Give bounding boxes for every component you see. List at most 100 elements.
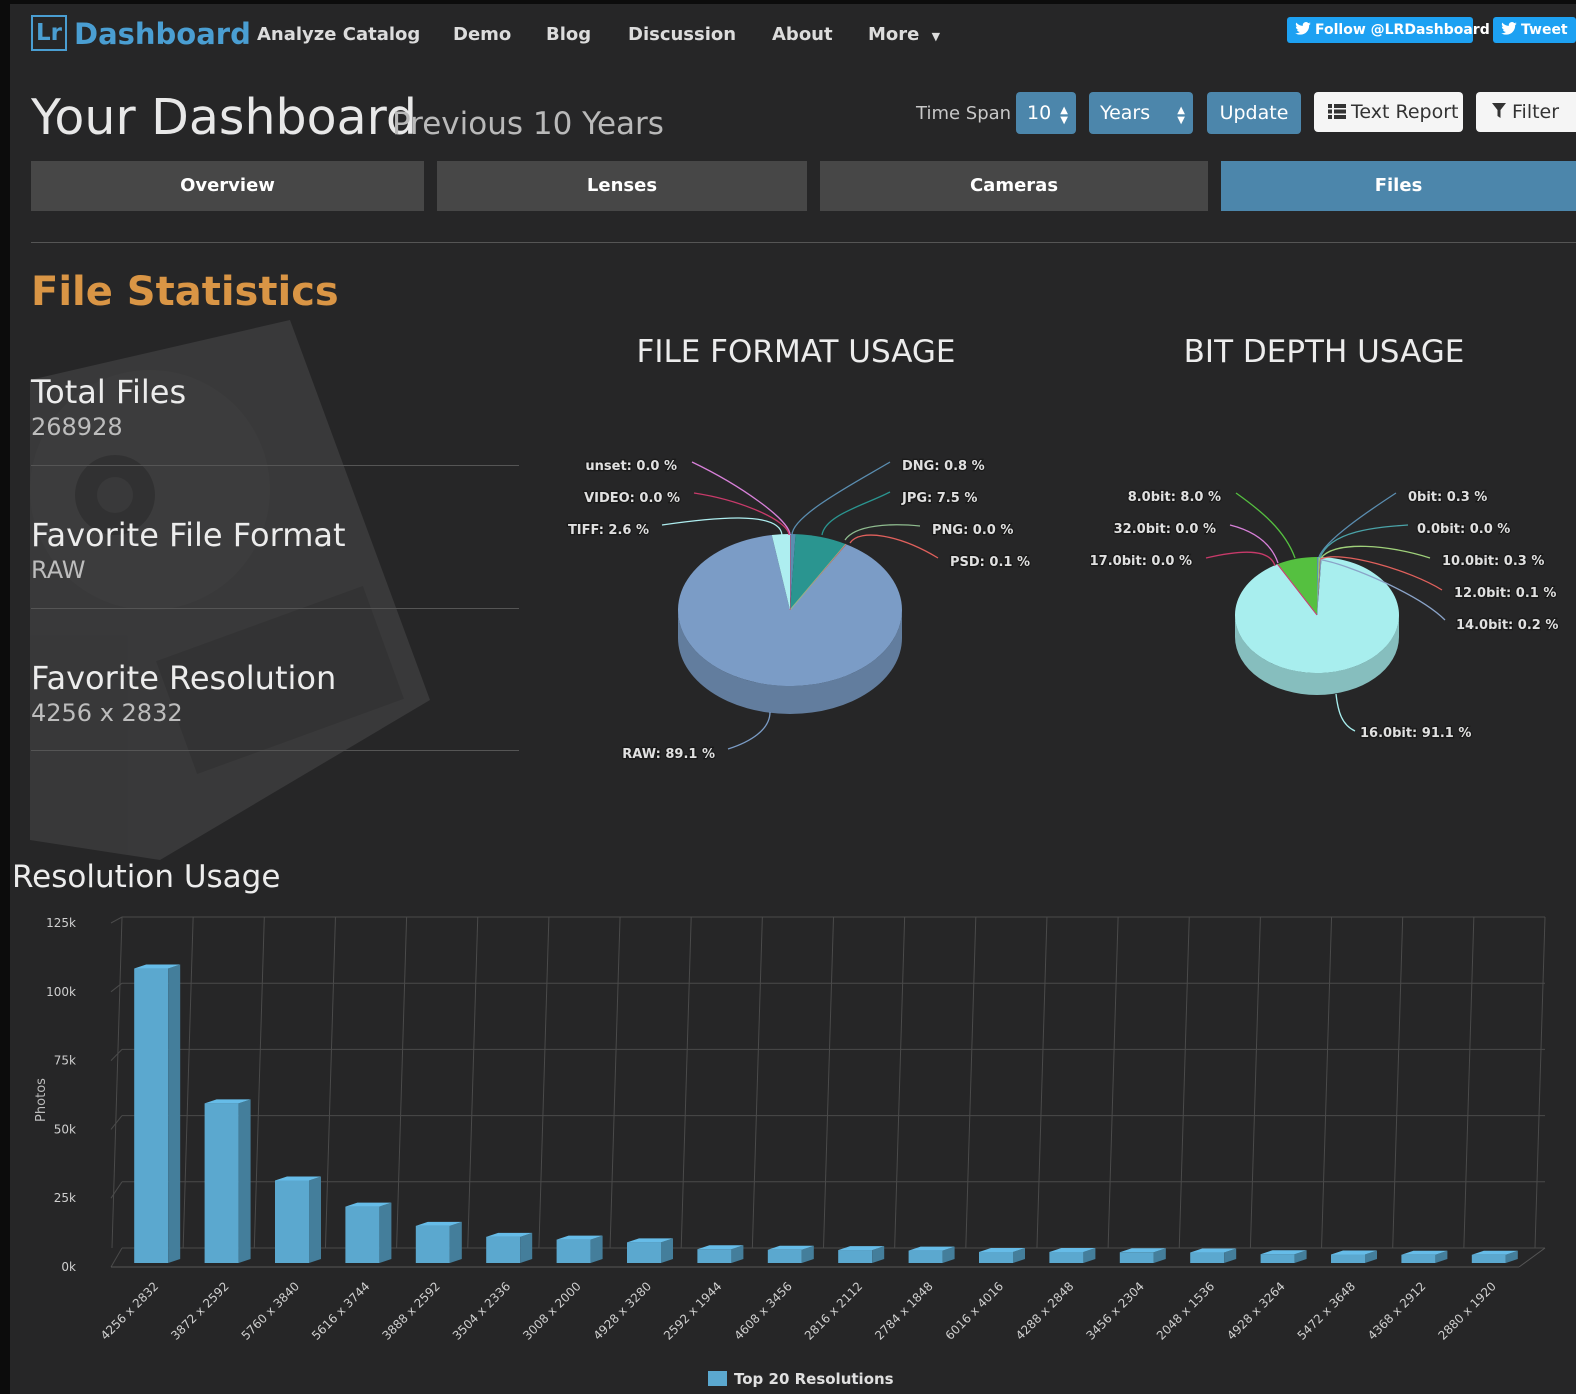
gridline-vertical bbox=[182, 916, 194, 1249]
nav-blog[interactable]: Blog bbox=[546, 22, 591, 48]
pie-label-0.0bit: 0.0bit: 0.0 % bbox=[1417, 522, 1510, 537]
nav-analyze-catalog[interactable]: Analyze Catalog bbox=[257, 22, 420, 48]
bar-front bbox=[908, 1250, 943, 1263]
bar bbox=[908, 1246, 955, 1263]
x-tick-label: 3872 x 2592 bbox=[168, 1279, 232, 1343]
bar bbox=[838, 1246, 885, 1263]
y-tick-label: 0k bbox=[61, 1260, 76, 1274]
lightroom-logo-icon[interactable]: Lr bbox=[31, 15, 67, 51]
gridline-vertical bbox=[1036, 916, 1048, 1249]
bar-side bbox=[379, 1202, 392, 1263]
x-tick-label: 2048 x 1536 bbox=[1154, 1279, 1218, 1343]
gridline-vertical bbox=[111, 916, 123, 1249]
x-tick-label: 4928 x 3280 bbox=[591, 1279, 655, 1343]
pie-label-14.0bit: 14.0bit: 0.2 % bbox=[1456, 618, 1558, 633]
x-tick-label: 4368 x 2912 bbox=[1365, 1279, 1429, 1343]
brand-name[interactable]: Dashboard bbox=[74, 14, 251, 54]
tweet-button[interactable]: Tweet bbox=[1493, 17, 1576, 43]
list-icon bbox=[1328, 104, 1346, 119]
gridline-vertical bbox=[1534, 916, 1546, 1249]
bar-side bbox=[590, 1235, 603, 1263]
bar-front bbox=[556, 1239, 591, 1263]
text-report-label: Text Report bbox=[1351, 101, 1459, 123]
bar-front bbox=[204, 1103, 239, 1263]
x-tick-label: 2880 x 1920 bbox=[1435, 1279, 1499, 1343]
y-tick-label: 100k bbox=[46, 985, 76, 999]
nav-demo[interactable]: Demo bbox=[453, 22, 511, 48]
pie-label-psd: PSD: 0.1 % bbox=[950, 555, 1030, 570]
filter-button[interactable]: Filter bbox=[1476, 92, 1576, 132]
bar bbox=[1401, 1250, 1448, 1263]
legend-label: Top 20 Resolutions bbox=[734, 1370, 894, 1388]
legend: Top 20 Resolutions bbox=[708, 1370, 894, 1388]
pie-label-16.0bit: 16.0bit: 91.1 % bbox=[1360, 726, 1471, 741]
bar bbox=[1049, 1247, 1096, 1263]
x-tick-label: 5472 x 3648 bbox=[1295, 1279, 1359, 1343]
stat-divider bbox=[31, 465, 519, 466]
text-report-button[interactable]: Text Report bbox=[1314, 92, 1463, 132]
nav-more-label: More bbox=[868, 24, 920, 45]
follow-twitter-button[interactable]: Follow @LRDashboard bbox=[1287, 17, 1490, 43]
nav-discussion[interactable]: Discussion bbox=[628, 22, 736, 48]
time-span-number-value: 10 bbox=[1027, 102, 1052, 124]
x-tick-label: 4288 x 2848 bbox=[1013, 1279, 1077, 1343]
bar-side bbox=[309, 1176, 321, 1263]
bit-depth-chart-title: BIT DEPTH USAGE bbox=[1183, 334, 1465, 370]
bar bbox=[697, 1245, 744, 1263]
pie-connector-16.0bit bbox=[1335, 693, 1356, 732]
bar-side bbox=[238, 1099, 251, 1263]
bar-side bbox=[168, 964, 181, 1263]
time-span-label: Time Span bbox=[916, 103, 1012, 124]
bar-grid bbox=[110, 916, 1546, 1268]
gridline-vertical bbox=[1178, 916, 1190, 1249]
time-span-unit-select[interactable]: Years ▲ ▼ bbox=[1089, 92, 1193, 134]
nav-about[interactable]: About bbox=[772, 22, 833, 48]
gridline-vertical bbox=[965, 916, 977, 1249]
time-span-number-select[interactable]: 10 ▲ ▼ bbox=[1016, 92, 1076, 134]
pie-connector-unset bbox=[691, 461, 791, 536]
tab-lenses[interactable]: Lenses bbox=[437, 161, 807, 211]
filter-funnel-icon bbox=[1492, 103, 1506, 118]
update-button[interactable]: Update bbox=[1207, 92, 1301, 134]
gridline-vertical bbox=[1249, 916, 1261, 1249]
bar bbox=[1471, 1250, 1518, 1263]
bar-front bbox=[1119, 1252, 1154, 1263]
x-tick-label: 6016 x 4016 bbox=[943, 1279, 1007, 1343]
x-tick-label: 5616 x 3744 bbox=[309, 1279, 373, 1343]
section-divider bbox=[31, 242, 1576, 243]
pie-label-raw: RAW: 89.1 % bbox=[622, 747, 715, 762]
pie-label-jpg: JPG: 7.5 % bbox=[901, 491, 977, 506]
stat-divider bbox=[31, 608, 519, 609]
gridline-vertical bbox=[1392, 916, 1404, 1249]
bar bbox=[1331, 1250, 1377, 1263]
pie-label-0bit: 0bit: 0.3 % bbox=[1408, 490, 1487, 505]
x-tick-label: 4256 x 2832 bbox=[98, 1279, 162, 1343]
pie-connector-jpg bbox=[821, 491, 891, 536]
y-axis-title: Photos bbox=[34, 1078, 49, 1122]
bar bbox=[345, 1202, 392, 1263]
nav-more-dropdown[interactable]: More ▼ bbox=[868, 22, 940, 50]
x-tick-label: 4928 x 3264 bbox=[1224, 1279, 1288, 1343]
bar bbox=[979, 1247, 1025, 1263]
tweet-label: Tweet bbox=[1521, 22, 1568, 38]
bar bbox=[275, 1176, 321, 1263]
tab-cameras[interactable]: Cameras bbox=[820, 161, 1208, 211]
stat-divider bbox=[31, 750, 519, 751]
bar bbox=[204, 1099, 251, 1263]
bar bbox=[1260, 1250, 1307, 1263]
pie-label-video: VIDEO: 0.0 % bbox=[584, 491, 680, 506]
twitter-bird-icon bbox=[1295, 22, 1311, 35]
bar-front bbox=[1190, 1252, 1225, 1263]
gridline-vertical bbox=[538, 916, 550, 1249]
stat-total-files-value: 268928 bbox=[31, 413, 123, 441]
tab-files[interactable]: Files bbox=[1221, 161, 1576, 211]
pie-connector-17.0bit bbox=[1205, 551, 1276, 567]
pie-label-unset: unset: 0.0 % bbox=[585, 459, 677, 474]
pie-connector-0.0bit bbox=[1319, 524, 1409, 559]
bar-front bbox=[486, 1236, 521, 1263]
stat-favorite-resolution-label: Favorite Resolution bbox=[31, 659, 337, 697]
section-title: File Statistics bbox=[31, 269, 339, 315]
x-tick-label: 2784 x 1848 bbox=[872, 1279, 936, 1343]
file-format-pie-chart: RAW: 89.1 % DNG: 0.8 % JPG: 7.5 % PNG: 0.0 … bbox=[567, 458, 1032, 764]
tab-overview[interactable]: Overview bbox=[31, 161, 424, 211]
